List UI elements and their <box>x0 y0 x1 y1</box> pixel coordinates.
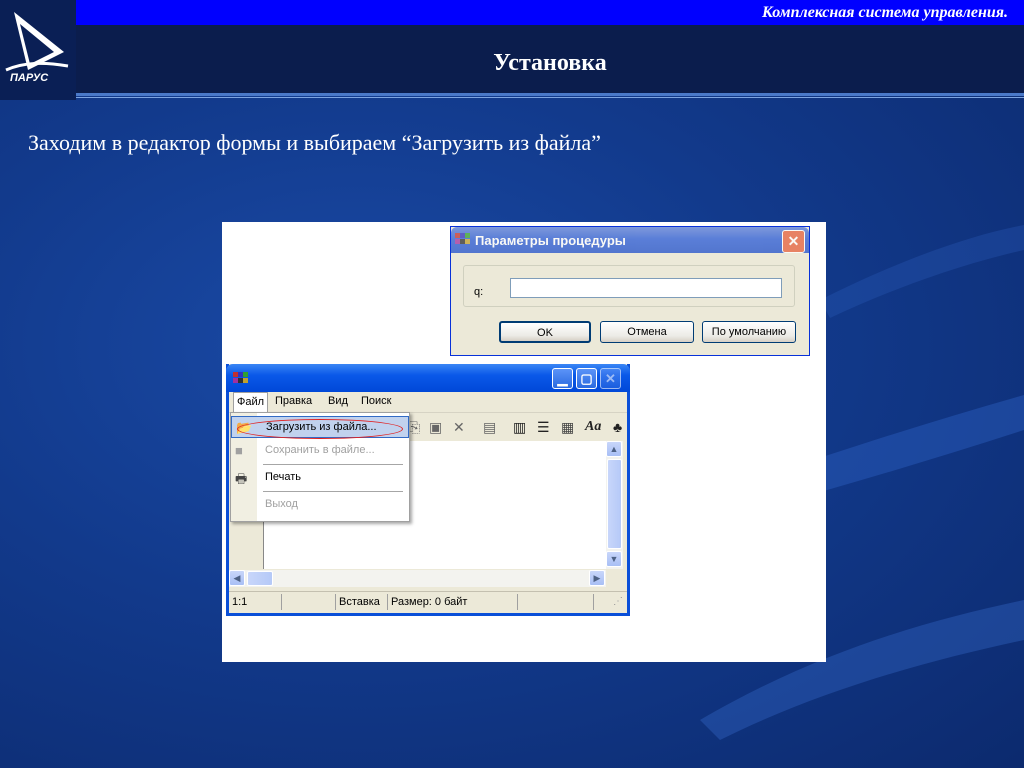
close-button[interactable]: ✕ <box>600 368 621 389</box>
title-underline <box>76 93 1024 96</box>
param-q-label: q: <box>474 286 484 298</box>
maximize-icon: ▢ <box>580 371 593 386</box>
vertical-scrollbar[interactable]: ▲ ▼ <box>606 441 623 569</box>
title-underline-thin <box>76 97 1024 98</box>
dialog-title: Параметры процедуры <box>475 233 626 248</box>
save-disk-icon: ■ <box>235 443 243 458</box>
scroll-down-icon[interactable]: ▼ <box>606 551 622 567</box>
menu-edit[interactable]: Правка <box>275 395 312 407</box>
horizontal-scrollbar[interactable]: ◀ ▶ <box>229 570 606 587</box>
indent-icon[interactable]: ▦ <box>561 419 574 436</box>
title-bar: Установка <box>76 25 1024 93</box>
defaults-button[interactable]: По умолчанию <box>702 321 796 343</box>
font-icon[interactable]: Aa <box>585 419 601 435</box>
status-divider <box>281 594 282 610</box>
logo-text: ПАРУС <box>10 72 49 84</box>
minimize-icon: ▁ <box>557 371 568 386</box>
paste-icon[interactable]: ▣ <box>429 419 442 436</box>
dialog-close-button[interactable]: ✕ <box>782 230 805 253</box>
menu-exit-label: Выход <box>265 498 298 510</box>
slide-title: Установка <box>493 50 607 76</box>
editor-titlebar[interactable]: ▁ ▢ ✕ <box>226 364 630 392</box>
vertical-scroll-thumb[interactable] <box>607 459 622 549</box>
parameters-group: q: <box>463 265 795 307</box>
top-bar: Комплексная система управления. <box>76 0 1024 25</box>
menu-print[interactable]: 🖶 Печать <box>231 467 409 489</box>
status-bar: 1:1 Вставка Размер: 0 байт ⋰ <box>229 591 627 612</box>
intro-text: Заходим в редактор формы и выбираем “Заг… <box>28 130 601 155</box>
menu-search[interactable]: Поиск <box>361 395 391 407</box>
menu-load-from-file[interactable]: 📂 Загрузить из файла... <box>231 416 409 439</box>
copy-icon[interactable]: ⎘ <box>409 419 420 436</box>
horizontal-scroll-thumb[interactable] <box>247 571 273 586</box>
param-q-input[interactable] <box>510 278 782 298</box>
menu-save-label: Сохранить в файле... <box>265 444 375 456</box>
status-divider <box>517 594 518 610</box>
close-icon: ✕ <box>787 233 800 249</box>
status-position: 1:1 <box>232 596 248 608</box>
screenshot-panel: Параметры процедуры ✕ q: OK Отмена По ум… <box>222 222 826 662</box>
scroll-right-icon[interactable]: ▶ <box>589 570 605 586</box>
delete-icon[interactable]: ✕ <box>453 419 465 436</box>
printer-icon: 🖶 <box>235 471 248 486</box>
status-divider <box>335 594 336 610</box>
menu-print-label: Печать <box>265 471 302 483</box>
menu-separator <box>263 464 403 465</box>
menu-view[interactable]: Вид <box>328 395 348 407</box>
minimize-button[interactable]: ▁ <box>552 368 573 389</box>
app-icon <box>233 372 249 386</box>
logo: ПАРУС <box>0 0 76 100</box>
resize-grip-icon[interactable]: ⋰ <box>613 596 623 607</box>
company-label: Комплексная система управления. <box>761 4 1008 21</box>
cancel-button[interactable]: Отмена <box>600 321 694 343</box>
scroll-left-icon[interactable]: ◀ <box>229 570 245 586</box>
parameters-dialog: Параметры процедуры ✕ q: OK Отмена По ум… <box>450 226 810 356</box>
align-left-icon[interactable]: ▥ <box>513 419 526 436</box>
highlight-ring <box>237 419 403 439</box>
maximize-button[interactable]: ▢ <box>576 368 597 389</box>
close-icon: ✕ <box>605 371 616 386</box>
list-icon[interactable]: ☰ <box>537 419 550 436</box>
select-all-icon[interactable]: ▤ <box>483 419 496 436</box>
style-icon[interactable]: ♣ <box>613 419 622 435</box>
menu-separator <box>263 491 403 492</box>
menu-file[interactable]: Файл <box>233 392 269 412</box>
file-dropdown-menu: 📂 Загрузить из файла... ■ Сохранить в фа… <box>230 412 410 522</box>
status-mode: Вставка <box>339 596 380 608</box>
status-divider <box>387 594 388 610</box>
ok-button[interactable]: OK <box>499 321 591 343</box>
app-icon <box>455 233 471 247</box>
menu-exit: Выход <box>231 494 409 516</box>
status-divider <box>593 594 594 610</box>
menu-save-to-file: ■ Сохранить в файле... <box>231 440 409 462</box>
menu-bar: Файл Правка Вид Поиск <box>229 392 627 413</box>
dialog-titlebar[interactable]: Параметры процедуры ✕ <box>451 227 809 253</box>
status-size: Размер: 0 байт <box>391 596 468 608</box>
scroll-up-icon[interactable]: ▲ <box>606 441 622 457</box>
